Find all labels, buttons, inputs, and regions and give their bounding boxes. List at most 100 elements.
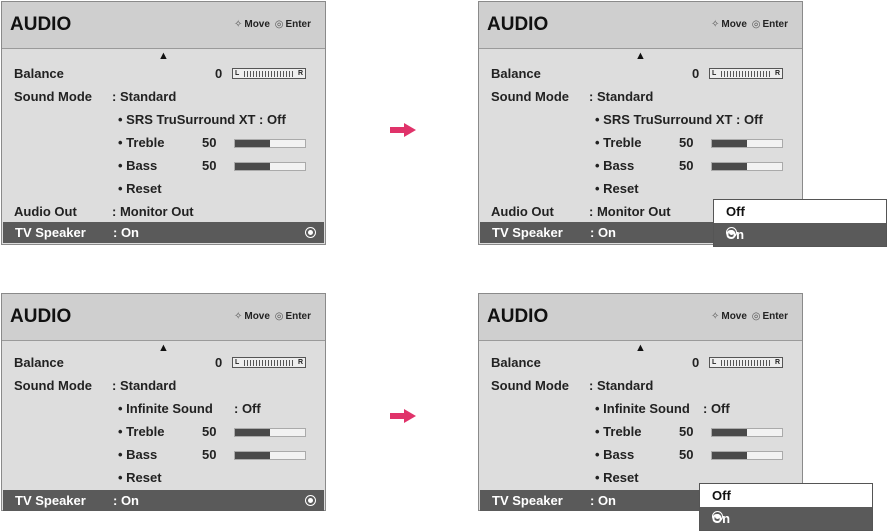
menu-header: AUDIO ✧ Move ◎ Enter bbox=[479, 2, 802, 49]
tv-speaker-label: TV Speaker bbox=[492, 225, 563, 240]
audio-menu-panel-1: AUDIO ✧ Move ◎ Enter ▲ Balance 0 LR Sound … bbox=[1, 1, 326, 245]
balance-row[interactable]: Balance 0 LR bbox=[2, 66, 325, 84]
sound-mode-value: : Standard bbox=[589, 89, 654, 104]
nav-hint: ✧ Move ◎ Enter bbox=[232, 19, 311, 30]
balance-slider[interactable]: LR bbox=[709, 357, 783, 368]
option-off-label: Off bbox=[726, 204, 745, 219]
nav-hint: ✧ Move ◎ Enter bbox=[709, 19, 788, 30]
balance-row[interactable]: Balance 0 LR bbox=[479, 355, 802, 373]
sound-mode-row[interactable]: Sound Mode : Standard bbox=[2, 89, 325, 107]
menu-title: AUDIO bbox=[487, 14, 549, 35]
bass-item[interactable]: • Bass bbox=[595, 447, 634, 462]
menu-title: AUDIO bbox=[487, 306, 549, 327]
treble-item[interactable]: • Treble bbox=[118, 135, 164, 150]
balance-slider[interactable]: LR bbox=[232, 68, 306, 79]
balance-slider[interactable]: LR bbox=[709, 68, 783, 79]
enter-icon: ◎ bbox=[274, 311, 284, 322]
sound-mode-label: Sound Mode bbox=[14, 89, 92, 104]
enter-hint: Enter bbox=[762, 311, 788, 322]
srs-trusurround-item[interactable]: • SRS TruSurround XT : Off bbox=[595, 112, 763, 127]
bass-item[interactable]: • Bass bbox=[118, 447, 157, 462]
arrow-right-icon bbox=[390, 123, 416, 137]
infinite-sound-item[interactable]: • Infinite Sound bbox=[595, 401, 690, 416]
option-on[interactable]: On bbox=[700, 507, 872, 530]
treble-value: 50 bbox=[679, 135, 694, 150]
audio-out-value: : Monitor Out bbox=[589, 204, 671, 219]
balance-slider[interactable]: LR bbox=[232, 357, 306, 368]
balance-left-label: L bbox=[712, 70, 717, 77]
tv-speaker-dropdown[interactable]: Off On bbox=[699, 483, 873, 531]
treble-bar[interactable] bbox=[711, 139, 783, 148]
balance-left-label: L bbox=[712, 359, 717, 366]
balance-value: 0 bbox=[692, 355, 700, 370]
reset-item[interactable]: • Reset bbox=[118, 470, 162, 485]
tv-speaker-label: TV Speaker bbox=[15, 225, 86, 240]
treble-bar[interactable] bbox=[711, 428, 783, 437]
tv-speaker-row[interactable]: TV Speaker : On bbox=[3, 222, 324, 243]
treble-bar[interactable] bbox=[234, 139, 306, 148]
bass-bar[interactable] bbox=[234, 451, 306, 460]
sound-mode-row[interactable]: Sound Mode : Standard bbox=[479, 378, 802, 396]
treble-bar[interactable] bbox=[234, 428, 306, 437]
menu-title: AUDIO bbox=[10, 14, 72, 35]
infinite-sound-value: : Off bbox=[703, 401, 730, 416]
treble-item[interactable]: • Treble bbox=[118, 424, 164, 439]
scroll-up-icon[interactable]: ▲ bbox=[635, 50, 646, 62]
balance-right-label: R bbox=[774, 70, 780, 77]
menu-header: AUDIO ✧ Move ◎ Enter bbox=[2, 2, 325, 49]
infinite-sound-item[interactable]: • Infinite Sound bbox=[118, 401, 213, 416]
move-hint: Move bbox=[244, 19, 270, 30]
bass-value: 50 bbox=[679, 158, 694, 173]
nav-hint: ✧ Move ◎ Enter bbox=[709, 311, 788, 322]
enter-hint: Enter bbox=[285, 19, 311, 30]
bass-bar[interactable] bbox=[711, 162, 783, 171]
tv-speaker-label: TV Speaker bbox=[492, 493, 563, 508]
bass-bar[interactable] bbox=[234, 162, 306, 171]
move-hint: Move bbox=[721, 311, 747, 322]
move-icon: ✧ bbox=[233, 19, 243, 30]
treble-item[interactable]: • Treble bbox=[595, 424, 641, 439]
bass-item[interactable]: • Bass bbox=[595, 158, 634, 173]
bass-value: 50 bbox=[202, 158, 217, 173]
enter-icon: ◎ bbox=[751, 311, 761, 322]
bass-item[interactable]: • Bass bbox=[118, 158, 157, 173]
sound-mode-value: : Standard bbox=[589, 378, 654, 393]
tv-speaker-dropdown[interactable]: Off On bbox=[713, 199, 887, 247]
bass-bar[interactable] bbox=[711, 451, 783, 460]
scroll-up-icon[interactable]: ▲ bbox=[158, 50, 169, 62]
sound-mode-label: Sound Mode bbox=[14, 378, 92, 393]
sound-mode-row[interactable]: Sound Mode : Standard bbox=[479, 89, 802, 107]
enter-icon: ◎ bbox=[274, 19, 284, 30]
tv-speaker-label: TV Speaker bbox=[15, 493, 86, 508]
balance-row[interactable]: Balance 0 LR bbox=[2, 355, 325, 373]
option-off[interactable]: Off bbox=[700, 484, 872, 507]
tv-speaker-row[interactable]: TV Speaker : On bbox=[3, 490, 324, 511]
audio-out-label: Audio Out bbox=[14, 204, 77, 219]
sound-mode-row[interactable]: Sound Mode : Standard bbox=[2, 378, 325, 396]
scroll-up-icon[interactable]: ▲ bbox=[158, 342, 169, 354]
srs-trusurround-item[interactable]: • SRS TruSurround XT : Off bbox=[118, 112, 286, 127]
nav-hint: ✧ Move ◎ Enter bbox=[232, 311, 311, 322]
option-off[interactable]: Off bbox=[714, 200, 886, 223]
reset-item[interactable]: • Reset bbox=[595, 181, 639, 196]
arrow-right-icon bbox=[390, 409, 416, 423]
scroll-up-icon[interactable]: ▲ bbox=[635, 342, 646, 354]
reset-item[interactable]: • Reset bbox=[118, 181, 162, 196]
option-on[interactable]: On bbox=[714, 223, 886, 246]
balance-right-label: R bbox=[297, 359, 303, 366]
enter-radio-icon bbox=[305, 495, 316, 506]
reset-item[interactable]: • Reset bbox=[595, 470, 639, 485]
enter-hint: Enter bbox=[762, 19, 788, 30]
balance-label: Balance bbox=[491, 66, 541, 81]
balance-row[interactable]: Balance 0 LR bbox=[479, 66, 802, 84]
treble-item[interactable]: • Treble bbox=[595, 135, 641, 150]
audio-out-row[interactable]: Audio Out : Monitor Out bbox=[2, 204, 325, 222]
move-icon: ✧ bbox=[710, 19, 720, 30]
option-off-label: Off bbox=[712, 488, 731, 503]
sound-mode-value: : Standard bbox=[112, 378, 177, 393]
enter-radio-icon bbox=[712, 511, 723, 522]
balance-value: 0 bbox=[692, 66, 700, 81]
audio-menu-panel-4: AUDIO ✧ Move ◎ Enter ▲ Balance 0 LR Sound … bbox=[478, 293, 803, 511]
audio-out-value: : Monitor Out bbox=[112, 204, 194, 219]
audio-out-label: Audio Out bbox=[491, 204, 554, 219]
